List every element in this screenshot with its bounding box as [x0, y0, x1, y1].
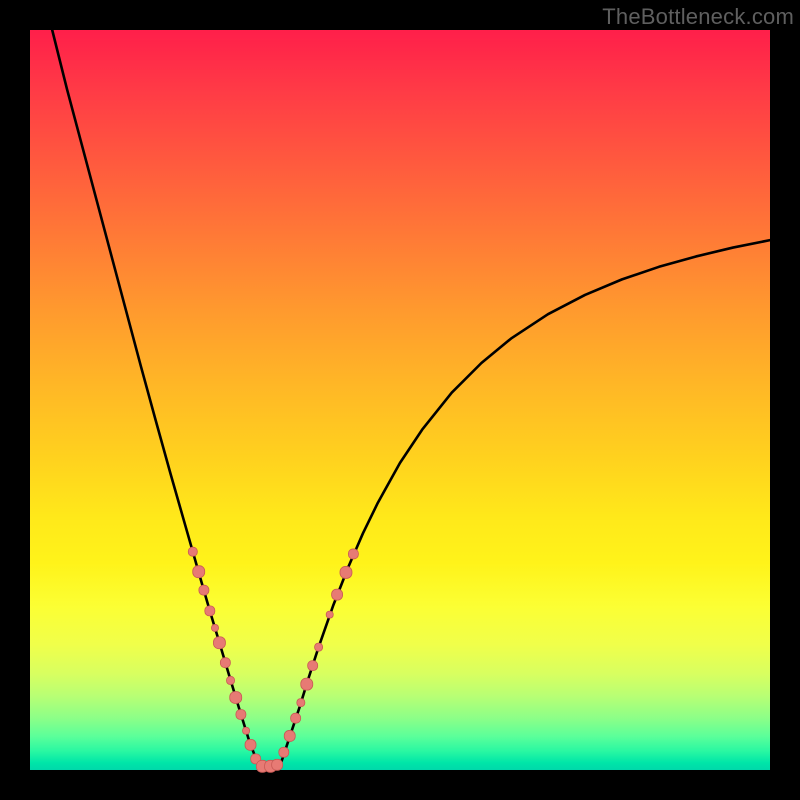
watermark-text: TheBottleneck.com	[602, 4, 794, 30]
data-marker	[340, 566, 352, 578]
data-marker	[199, 585, 209, 595]
data-marker	[243, 727, 250, 734]
data-marker	[230, 691, 242, 703]
plot-area	[30, 30, 770, 770]
data-marker	[236, 710, 246, 720]
data-marker	[284, 730, 295, 741]
data-marker	[245, 739, 256, 750]
series-markers	[188, 547, 358, 772]
data-marker	[227, 676, 235, 684]
data-marker	[315, 643, 323, 651]
data-marker	[220, 658, 230, 668]
data-marker	[297, 699, 305, 707]
data-marker	[272, 759, 283, 770]
data-marker	[193, 566, 205, 578]
data-marker	[213, 637, 225, 649]
data-marker	[188, 547, 197, 556]
data-marker	[308, 661, 318, 671]
data-marker	[332, 589, 343, 600]
data-marker	[326, 611, 333, 618]
data-marker	[205, 606, 215, 616]
data-marker	[212, 624, 219, 631]
chart-svg	[30, 30, 770, 770]
data-marker	[348, 549, 358, 559]
chart-frame: TheBottleneck.com	[0, 0, 800, 800]
data-marker	[291, 713, 301, 723]
data-marker	[279, 747, 289, 757]
series-left-branch	[52, 30, 259, 768]
series-right-branch	[279, 240, 770, 768]
data-marker	[301, 678, 313, 690]
